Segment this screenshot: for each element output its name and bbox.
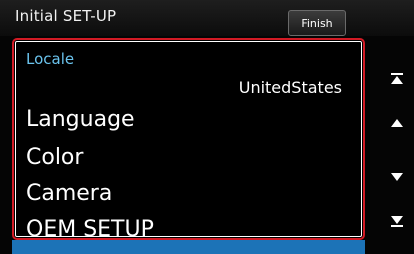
scroll-to-bottom-button[interactable] [388,212,406,230]
bottom-status-bar [12,240,365,254]
finish-button[interactable]: Finish [288,10,346,36]
locale-label: Locale [26,50,75,68]
scroll-down-button[interactable] [388,168,406,186]
page-title: Initial SET-UP [15,7,117,25]
scroll-up-button[interactable] [388,114,406,132]
scroll-to-bottom-icon [391,216,403,227]
list-item-language[interactable]: Language [26,104,356,136]
header-bar: Initial SET-UP Finish [0,0,414,36]
settings-list: Locale UnitedStates Language Color Camer… [12,38,365,240]
scroll-to-top-button[interactable] [388,70,406,88]
list-item-oem-setup[interactable]: OEM SETUP [26,214,356,238]
locale-value: UnitedStates [238,78,342,97]
scroll-up-icon [391,119,403,127]
setup-screen: Initial SET-UP Finish Locale UnitedState… [0,0,414,254]
list-item-locale[interactable]: Locale UnitedStates [26,50,356,102]
list-item-camera[interactable]: Camera [26,178,356,210]
scroll-down-icon [391,173,403,181]
scroll-to-top-icon [391,73,403,84]
list-item-color[interactable]: Color [26,142,356,174]
